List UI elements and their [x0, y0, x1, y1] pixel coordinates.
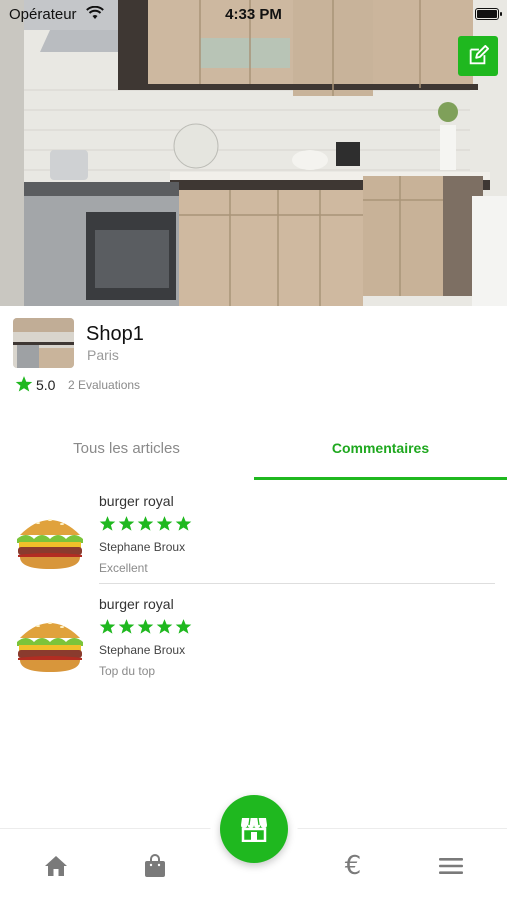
star-icon	[99, 619, 116, 634]
store-icon	[241, 817, 267, 842]
star-icon	[175, 516, 192, 531]
divider	[99, 583, 495, 584]
review-comment: Excellent	[99, 561, 148, 575]
shop-city: Paris	[87, 347, 119, 363]
review-comment: Top du top	[99, 664, 156, 678]
shop-name: Shop1	[86, 323, 144, 345]
rating-value: 5.0	[36, 377, 56, 393]
star-icon	[15, 376, 33, 392]
rating-count: 2 Evaluations	[68, 378, 141, 392]
tab-all-articles[interactable]: Tous les articles	[0, 440, 253, 457]
review-stars	[99, 515, 192, 532]
clock: 4:33 PM	[225, 6, 282, 23]
shop-cover-image: Opérateur 4:33 PM	[0, 0, 507, 306]
edit-icon	[469, 45, 489, 65]
menu-icon[interactable]	[438, 853, 464, 879]
kitchen-illustration	[0, 0, 507, 306]
shop-thumbnail	[13, 318, 74, 368]
star-icon	[118, 619, 135, 634]
review-product-name: burger royal	[99, 493, 174, 509]
euro-icon[interactable]: €	[339, 851, 367, 881]
star-icon	[118, 516, 135, 531]
active-tab-indicator	[254, 477, 507, 480]
tab-comments[interactable]: Commentaires	[254, 440, 507, 456]
star-icon	[175, 619, 192, 634]
edit-button[interactable]	[458, 36, 498, 76]
review-author: Stephane Broux	[99, 643, 186, 657]
review-product-name: burger royal	[99, 596, 174, 612]
burger-image	[14, 614, 86, 676]
store-button[interactable]	[220, 795, 288, 863]
burger-image	[14, 511, 86, 573]
review-item[interactable]: burger royal Stephane Broux Excellent	[0, 493, 507, 593]
review-stars	[99, 618, 192, 635]
euro-symbol: €	[344, 851, 362, 881]
star-icon	[99, 516, 116, 531]
review-item[interactable]: burger royal Stephane Broux Top du top	[0, 596, 507, 696]
star-icon	[156, 619, 173, 634]
star-icon	[137, 619, 154, 634]
star-icon	[137, 516, 154, 531]
status-bar: Opérateur 4:33 PM	[0, 0, 507, 30]
shopping-bag-icon[interactable]	[142, 853, 168, 879]
battery-icon	[475, 8, 502, 20]
review-author: Stephane Broux	[99, 540, 186, 554]
home-icon[interactable]	[43, 853, 69, 879]
star-icon	[156, 516, 173, 531]
